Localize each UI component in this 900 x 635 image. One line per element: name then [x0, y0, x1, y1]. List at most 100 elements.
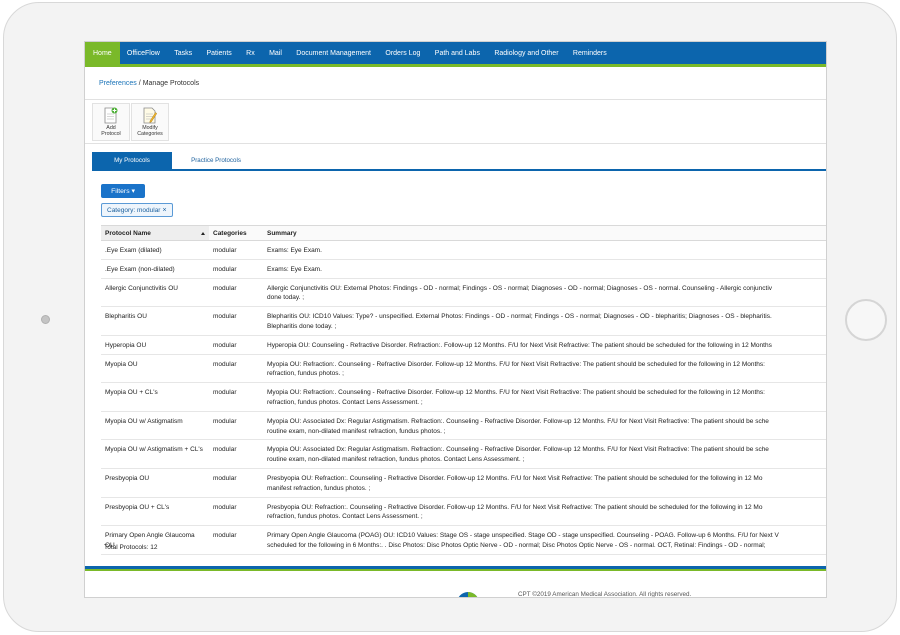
summary-cell: Myopia OU: Refraction:. Counseling - Ref… [263, 355, 826, 383]
nav-patients[interactable]: Patients [199, 42, 239, 64]
table-row[interactable]: Myopia OU w/ Astigmatism + CL's modular My… [101, 440, 826, 469]
table-row[interactable]: Allergic Conjunctivitis OU modular Allergi… [101, 279, 826, 308]
summary-line: routine exam, non-dilated manifest refra… [267, 427, 446, 435]
protocol-name-cell: Myopia OU + CL's [105, 389, 158, 397]
category-cell: modular [213, 532, 237, 540]
breadcrumb: Preferences / Manage Protocols [85, 67, 826, 100]
add-protocol-label: Add Protocol [101, 125, 120, 137]
category-cell: modular [213, 313, 237, 321]
nav-rx[interactable]: Rx [239, 42, 262, 64]
modify-categories-label: Modify Categories [137, 125, 163, 137]
nav-mail[interactable]: Mail [262, 42, 289, 64]
summary-line: Myopia OU: Refraction:. Counseling - Ref… [267, 360, 765, 368]
summary-cell: Hyperopia OU: Counseling - Refractive Di… [263, 336, 826, 354]
nav-radiology-and-other[interactable]: Radiology and Other [487, 42, 566, 64]
summary-line: Myopia OU: Refraction:. Counseling - Ref… [267, 389, 765, 397]
category-cell: modular [213, 284, 237, 292]
summary-cell: Exams: Eye Exam. [263, 241, 826, 259]
summary-line: refraction, fundus photos. Contact Lens … [267, 398, 423, 406]
table-row[interactable]: Hyperopia OU modular Hyperopia OU: Counsel… [101, 336, 826, 355]
summary-line: refraction, fundus photos. Contact Lens … [267, 513, 423, 521]
summary-line: manifest refraction, fundus photos. ; [267, 484, 371, 492]
add-label-line-2: Protocol [101, 130, 121, 137]
tab-practice-protocols[interactable]: Practice Protocols [172, 152, 260, 169]
summary-cell: Allergic Conjunctivitis OU: External Pho… [263, 279, 826, 307]
table-row[interactable]: Myopia OU + CL's modular Myopia OU: Refrac… [101, 383, 826, 412]
add-document-icon [104, 107, 118, 124]
protocol-name-cell: Myopia OU w/ Astigmatism + CL's [105, 446, 203, 454]
column-header-summary[interactable]: Summary [263, 226, 826, 240]
table-row[interactable]: Myopia OU modular Myopia OU: Refraction:. … [101, 355, 826, 384]
summary-line: Exams: Eye Exam. [267, 265, 322, 273]
table-row[interactable]: .Eye Exam (non-dilated) modular Exams: Eye… [101, 260, 826, 279]
protocol-name-cell: Presbyopia OU + CL's [105, 503, 170, 511]
modify-categories-button[interactable]: Modify Categories [131, 102, 169, 141]
summary-line: Myopia OU: Associated Dx: Regular Astigm… [267, 417, 769, 425]
summary-line: Myopia OU: Associated Dx: Regular Astigm… [267, 446, 769, 454]
summary-line: routine exam, non-dilated manifest refra… [267, 456, 525, 464]
nav-tasks[interactable]: Tasks [167, 42, 199, 64]
table-row[interactable]: .Eye Exam (dilated) modular Exams: Eye Exa… [101, 241, 826, 260]
table-row[interactable]: Presbyopia OU modular Presbyopia OU: Refra… [101, 469, 826, 498]
table-row[interactable]: Blepharitis OU modular Blepharitis OU: ICD… [101, 307, 826, 336]
summary-line: Exams: Eye Exam. [267, 247, 322, 254]
company-logo [456, 590, 480, 597]
category-cell: modular [213, 389, 237, 397]
category-cell: modular [213, 417, 237, 425]
table-row[interactable]: Myopia OU w/ Astigmatism modular Myopia OU… [101, 412, 826, 441]
modify-label-line-2: Categories [137, 130, 163, 137]
category-cell: modular [213, 247, 237, 254]
nav-reminders[interactable]: Reminders [566, 42, 614, 64]
nav-officeflow[interactable]: OfficeFlow [120, 42, 167, 64]
nav-home[interactable]: Home [85, 42, 120, 64]
category-cell: modular [213, 446, 237, 454]
category-cell: modular [213, 360, 237, 368]
protocol-name-cell: Myopia OU w/ Astigmatism [105, 417, 183, 425]
summary-cell: Presbyopia OU: Refraction:. Counseling -… [263, 469, 826, 497]
breadcrumb-separator: / [138, 79, 141, 87]
tablet-frame: Home OfficeFlow Tasks Patients Rx Mail D… [3, 2, 897, 632]
table-row[interactable]: Presbyopia OU + CL's modular Presbyopia OU… [101, 498, 826, 527]
close-icon[interactable]: × [162, 207, 166, 214]
tab-my-protocols[interactable]: My Protocols [92, 152, 172, 169]
footer-copyright: CPT ©2019 American Medical Association. … [518, 591, 692, 598]
filter-chip-label: Category: modular [107, 206, 161, 214]
filters-button[interactable]: Filters ▾ [101, 184, 145, 198]
protocol-tabs: My Protocols Practice Protocols [92, 152, 826, 171]
table-header: Protocol Name Categories Summary [101, 225, 826, 241]
summary-line: refraction, fundus photos. ; [267, 370, 344, 378]
summary-cell: Blepharitis OU: ICD10 Values: Type? - un… [263, 307, 826, 335]
summary-cell: Exams: Eye Exam. [263, 260, 826, 278]
table-body: .Eye Exam (dilated) modular Exams: Eye Exa… [101, 241, 826, 555]
protocol-name-header-label: Protocol Name [105, 229, 151, 237]
camera-dot [41, 315, 50, 324]
edit-document-icon [143, 107, 158, 124]
summary-line: Hyperopia OU: Counseling - Refractive Di… [267, 341, 772, 349]
top-nav: Home OfficeFlow Tasks Patients Rx Mail D… [85, 42, 826, 67]
sort-ascending-icon [201, 231, 205, 235]
summary-line: Blepharitis OU: ICD10 Values: Type? - un… [267, 313, 772, 321]
column-header-protocol-name[interactable]: Protocol Name [101, 226, 209, 240]
tablet-home-button [845, 299, 887, 341]
nav-orders-log[interactable]: Orders Log [378, 42, 427, 64]
table-row[interactable]: Primary Open Angle Glaucoma OU modular Pri… [101, 526, 826, 555]
category-filter-chip: Category: modular × [101, 203, 173, 217]
protocol-name-cell: .Eye Exam (non-dilated) [105, 265, 175, 273]
summary-line: Blepharitis done today. ; [267, 322, 337, 330]
breadcrumb-current: Manage Protocols [142, 79, 200, 87]
protocol-name-cell: Allergic Conjunctivitis OU [105, 284, 178, 292]
summary-line: Presbyopia OU: Refraction:. Counseling -… [267, 503, 763, 511]
column-header-categories[interactable]: Categories [209, 226, 263, 240]
breadcrumb-preferences-link[interactable]: Preferences [99, 80, 137, 87]
nav-path-and-labs[interactable]: Path and Labs [428, 42, 488, 64]
nav-document-management[interactable]: Document Management [289, 42, 378, 64]
protocol-name-cell: Presbyopia OU [105, 474, 150, 482]
total-protocols: Total Protocols: 12 [104, 544, 158, 551]
summary-cell: Primary Open Angle Glaucoma (POAG) OU: I… [263, 526, 826, 554]
category-cell: modular [213, 474, 237, 482]
summary-cell: Myopia OU: Associated Dx: Regular Astigm… [263, 412, 826, 440]
protocols-table: Protocol Name Categories Summary .Eye Ex… [101, 225, 826, 555]
summary-line: Allergic Conjunctivitis OU: External Pho… [267, 284, 773, 292]
add-protocol-button[interactable]: Add Protocol [92, 102, 130, 141]
protocol-name-cell: Blepharitis OU [105, 313, 147, 321]
